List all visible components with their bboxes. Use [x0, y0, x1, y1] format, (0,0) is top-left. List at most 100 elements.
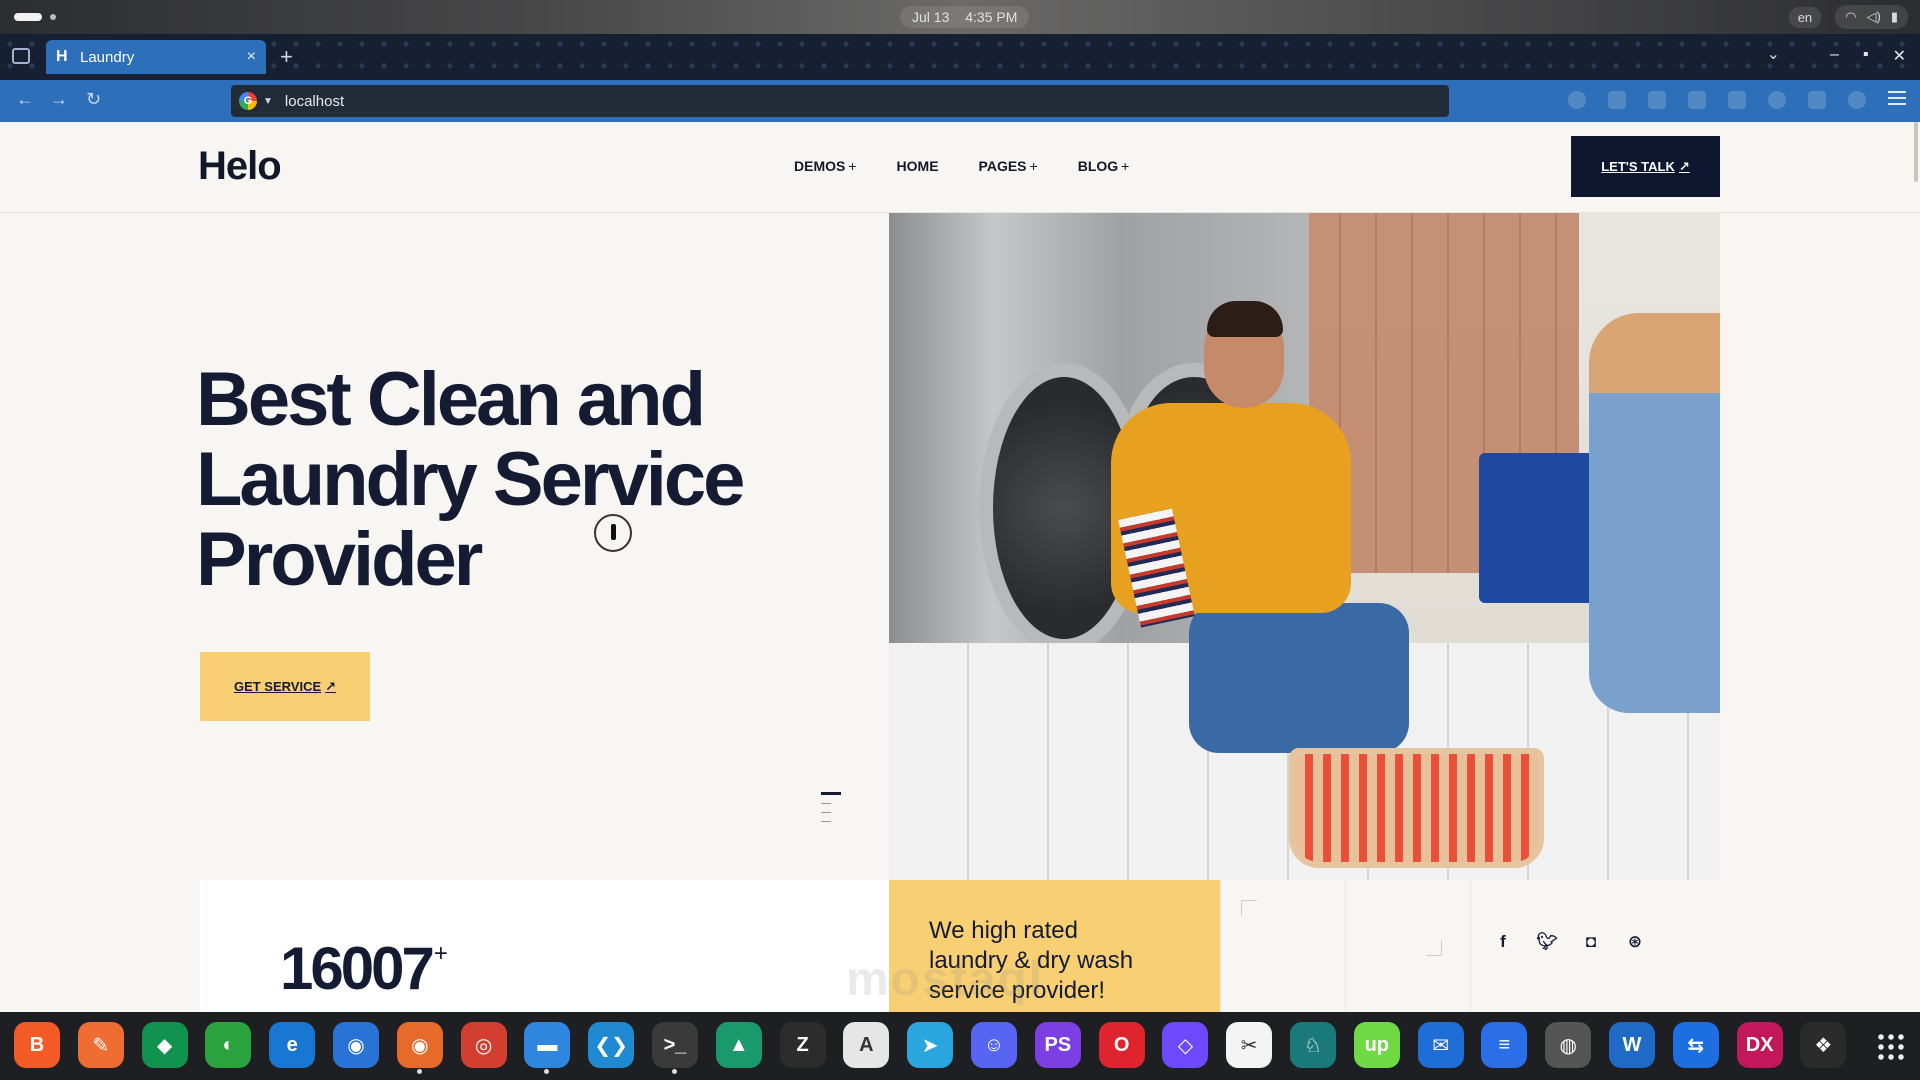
- nav-label: HOME: [896, 158, 939, 174]
- edge-extension-icon[interactable]: [1848, 91, 1866, 109]
- instagram-icon[interactable]: ◘: [1581, 932, 1601, 952]
- window-close-icon[interactable]: ✕: [1893, 46, 1906, 66]
- extensions-icon[interactable]: [1608, 91, 1626, 109]
- slide-dot[interactable]: [821, 821, 831, 822]
- dock-app-protonvpn-icon[interactable]: ◇: [1162, 1022, 1209, 1068]
- facebook-icon[interactable]: f: [1493, 932, 1513, 952]
- extensions-row: [1568, 91, 1906, 109]
- keyboard-layout-indicator[interactable]: en: [1788, 6, 1822, 28]
- tab-close-icon[interactable]: ×: [247, 48, 256, 66]
- dock-app-postman-icon[interactable]: ✎: [77, 1022, 124, 1068]
- running-indicator: [544, 1069, 550, 1074]
- slide-dot-active[interactable]: [821, 792, 841, 795]
- forward-icon[interactable]: →: [50, 89, 68, 110]
- nav-label: DEMOS: [794, 158, 846, 174]
- tab-laundry[interactable]: H Laundry ×: [46, 40, 266, 74]
- wifi-icon: ◠: [1845, 9, 1857, 24]
- grid-extension-icon[interactable]: [1688, 91, 1706, 109]
- lets-talk-label: LET'S TALK: [1601, 159, 1675, 174]
- dock-app-edge-icon[interactable]: e: [269, 1022, 316, 1068]
- slide-dot[interactable]: [821, 803, 831, 804]
- dock-app-teamviewer-icon[interactable]: ⇆: [1672, 1022, 1719, 1068]
- minimize-icon[interactable]: –: [1830, 46, 1839, 66]
- dribbble-icon[interactable]: ⊛: [1625, 932, 1645, 952]
- dock-app-terminal-icon[interactable]: >_: [652, 1022, 698, 1074]
- corner-decoration: [1426, 940, 1442, 956]
- url-text[interactable]: localhost: [285, 93, 344, 110]
- dock-app-app-center-icon[interactable]: A: [843, 1022, 890, 1068]
- browser-menu-icon[interactable]: [1888, 91, 1906, 105]
- address-bar[interactable]: G ▼ localhost: [231, 85, 1449, 117]
- photo-man-jeans: [1189, 603, 1409, 753]
- dock-app-libreoffice-writer-icon[interactable]: W: [1609, 1022, 1655, 1068]
- dock-app-discord-icon[interactable]: ☺: [971, 1022, 1017, 1068]
- slide-dot[interactable]: [821, 812, 831, 813]
- photo-woman-on-phone: [1589, 313, 1720, 713]
- dock-app-jetbrains-dx-icon[interactable]: DX: [1736, 1022, 1783, 1068]
- hero-title-line: Laundry Service: [196, 437, 745, 522]
- vpn-extension-icon[interactable]: [1648, 91, 1666, 109]
- dock-app-figma-icon[interactable]: ❖: [1800, 1022, 1847, 1068]
- custom-cursor-icon: [594, 514, 632, 552]
- dock-app-obs-studio-icon[interactable]: ◍: [1545, 1022, 1592, 1068]
- dock-app-evolution-icon[interactable]: ◐: [205, 1022, 252, 1068]
- dock-app-mongodb-compass-icon[interactable]: ◆: [141, 1022, 188, 1068]
- nav-item-blog[interactable]: BLOG +: [1078, 158, 1130, 174]
- site-logo[interactable]: Helo: [198, 144, 282, 189]
- reload-icon[interactable]: ↻: [86, 89, 101, 110]
- search-engine-icon[interactable]: G: [239, 92, 257, 110]
- green-extension-icon[interactable]: [1768, 91, 1786, 109]
- system-top-bar: Jul 13 4:35 PM en ◠ ◁) ▮: [0, 0, 1920, 34]
- get-service-label: GET SERVICE: [233, 679, 322, 694]
- application-dock: B ✎ ◆ ◐ e ◉ ◉ ◎ ▬ ❮❯ >_ ▲ Z A ➤ ☺ PS O ◇ ✂ ♘ up ✉ ≡ ◍ W ⇆ DX ❖: [0, 1012, 1920, 1080]
- dock-app-files-icon[interactable]: ▬: [524, 1022, 571, 1074]
- hero-title-line: Provider: [196, 517, 483, 602]
- dock-app-system-monitor-icon[interactable]: ▲: [715, 1022, 762, 1068]
- dock-app-upwork-icon[interactable]: up: [1353, 1022, 1400, 1068]
- dock-app-telegram-icon[interactable]: ➤: [907, 1022, 954, 1068]
- dock-app-phpstorm-icon[interactable]: PS: [1034, 1022, 1081, 1068]
- activities-button[interactable]: [14, 12, 56, 22]
- profile-icon[interactable]: [1568, 91, 1586, 109]
- social-links: f 🐦︎ ◘ ⊛: [1493, 932, 1645, 952]
- dock-app-text-editor-icon[interactable]: Z: [779, 1022, 826, 1068]
- site-header: Helo DEMOS + HOME PAGES + BLOG + LET'S TALK…: [0, 122, 1920, 213]
- dock-app-firefox-dev-icon[interactable]: ◉: [333, 1022, 379, 1068]
- photo-man-hair: [1207, 301, 1283, 337]
- dock-app-obsidian-icon[interactable]: ✂: [1226, 1022, 1273, 1068]
- tab-overview-icon[interactable]: [12, 48, 30, 64]
- new-tab-button[interactable]: +: [280, 44, 293, 70]
- dock-app-firefox-icon[interactable]: ◉: [396, 1022, 443, 1074]
- back-icon[interactable]: ←: [16, 89, 34, 110]
- arrow-up-right-icon: ↗: [1678, 158, 1690, 174]
- nav-item-pages[interactable]: PAGES +: [979, 158, 1038, 174]
- nav-item-home[interactable]: HOME: [897, 158, 939, 174]
- workspace-indicator-active: [14, 13, 42, 21]
- maximize-icon[interactable]: ▪: [1863, 46, 1869, 66]
- dock-app-slack-alt-icon[interactable]: ≡: [1481, 1022, 1528, 1068]
- hero-title: Best Clean and Laundry Service Provider: [196, 360, 796, 600]
- system-status-menu[interactable]: ◠ ◁) ▮: [1835, 5, 1908, 29]
- tab-list-chevron-icon[interactable]: ⌄: [1767, 44, 1780, 64]
- clock[interactable]: Jul 13 4:35 PM: [900, 6, 1030, 28]
- nav-item-demos[interactable]: DEMOS +: [794, 158, 857, 174]
- nav-label: PAGES: [978, 158, 1027, 174]
- dock-app-chrome-icon[interactable]: ◎: [460, 1022, 507, 1068]
- tab-favicon: H: [56, 48, 68, 65]
- dock-app-vscode-icon[interactable]: ❮❯: [588, 1022, 635, 1068]
- dock-app-gitkraken-icon[interactable]: ♘: [1290, 1022, 1336, 1068]
- lets-talk-button[interactable]: LET'S TALK ↗: [1571, 136, 1720, 197]
- flag-extension-icon[interactable]: [1808, 91, 1826, 109]
- s-extension-icon[interactable]: [1728, 91, 1746, 109]
- stat-number: 16007+: [280, 934, 448, 1003]
- dock-app-thunderbird-icon[interactable]: ✉: [1417, 1022, 1464, 1068]
- dock-app-opera-icon[interactable]: O: [1098, 1022, 1145, 1068]
- chevron-down-icon[interactable]: ▼: [263, 96, 273, 107]
- dock-app-brave-icon[interactable]: B: [14, 1022, 60, 1068]
- volume-icon: ◁): [1866, 9, 1881, 24]
- twitter-icon[interactable]: 🐦︎: [1536, 932, 1558, 952]
- get-service-button[interactable]: GET SERVICE ↗: [200, 652, 370, 721]
- show-apps-grid-icon[interactable]: [1876, 1032, 1906, 1062]
- plus-icon: +: [1029, 158, 1038, 174]
- main-navigation: DEMOS + HOME PAGES + BLOG +: [794, 158, 1129, 174]
